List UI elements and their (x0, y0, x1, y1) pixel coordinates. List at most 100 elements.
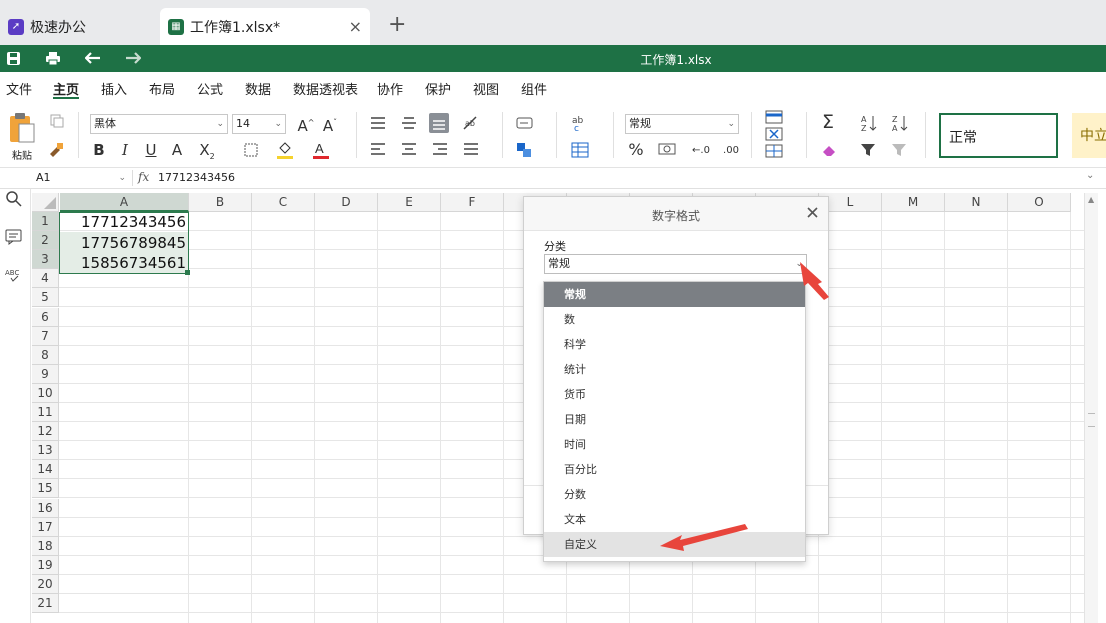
underline-icon[interactable]: U (142, 140, 160, 160)
style-normal[interactable]: 正常 (939, 113, 1058, 158)
row-header-12[interactable]: 12 (32, 422, 59, 442)
column-header-b[interactable]: B (189, 193, 252, 212)
option-number[interactable]: 数 (544, 307, 805, 332)
column-header-n[interactable]: N (945, 193, 1008, 212)
option-percentage[interactable]: 百分比 (544, 457, 805, 482)
number-format-select[interactable]: 常规 ⌄ (625, 114, 739, 134)
paste-icon[interactable] (8, 112, 36, 144)
option-accounting[interactable]: 统计 (544, 357, 805, 382)
sort-ascending-icon[interactable]: AZ (860, 114, 878, 132)
align-center-icon[interactable] (401, 142, 417, 156)
menu-file[interactable]: 文件 (6, 79, 32, 98)
new-tab-button[interactable]: + (388, 12, 406, 37)
column-header-a[interactable]: A (60, 193, 189, 212)
align-left-icon[interactable] (370, 142, 386, 156)
delete-cells-icon[interactable] (765, 127, 783, 141)
row-header-11[interactable]: 11 (32, 403, 59, 422)
menu-view[interactable]: 视图 (473, 79, 499, 98)
align-right-icon[interactable] (432, 142, 448, 156)
row-header-1[interactable]: 1 (32, 212, 59, 231)
fill-color-icon[interactable] (276, 140, 294, 160)
option-date[interactable]: 日期 (544, 407, 805, 432)
column-header-e[interactable]: E (378, 193, 441, 212)
menu-home[interactable]: 主页 (53, 79, 79, 98)
subscript-icon[interactable]: X2 (194, 140, 220, 167)
decrease-font-icon[interactable]: Aˇ (320, 113, 340, 136)
row-header-13[interactable]: 13 (32, 441, 59, 461)
option-custom[interactable]: 自定义 (544, 532, 805, 557)
cell-a2[interactable]: 17756789845 (60, 233, 188, 253)
row-header-19[interactable]: 19 (32, 555, 59, 575)
select-all-corner[interactable] (32, 193, 59, 212)
menu-insert[interactable]: 插入 (101, 79, 127, 98)
italic-icon[interactable]: I (116, 140, 134, 160)
wrap-text-icon[interactable] (516, 116, 534, 130)
clear-icon[interactable] (821, 142, 837, 158)
menu-collaborate[interactable]: 协作 (377, 79, 403, 98)
align-bottom-active[interactable] (429, 113, 449, 133)
font-name-select[interactable]: 黑体 ⌄ (90, 114, 228, 134)
option-scientific[interactable]: 科学 (544, 332, 805, 357)
clear-filter-icon[interactable] (891, 142, 909, 158)
borders-icon[interactable] (244, 143, 258, 157)
column-header-m[interactable]: M (882, 193, 945, 212)
merge-cells-icon[interactable] (516, 142, 532, 158)
menu-plugins[interactable]: 组件 (521, 79, 547, 98)
column-header-d[interactable]: D (315, 193, 378, 212)
spellcheck-icon[interactable]: ABC (4, 267, 24, 283)
category-select[interactable]: 常规 ⌄ (544, 254, 807, 274)
expand-formula-icon[interactable]: ⌄ (1086, 170, 1094, 181)
scroll-thumb[interactable] (1088, 413, 1095, 427)
option-text[interactable]: 文本 (544, 507, 805, 532)
bold-icon[interactable]: B (90, 140, 108, 160)
option-time[interactable]: 时间 (544, 432, 805, 457)
row-header-15[interactable]: 15 (32, 479, 59, 499)
row-header-5[interactable]: 5 (32, 288, 59, 308)
row-header-9[interactable]: 9 (32, 364, 59, 384)
font-color-icon[interactable]: A (312, 140, 330, 160)
spell-check-icon[interactable]: abc (571, 114, 589, 132)
cell-a3[interactable]: 15856734561 (60, 253, 188, 273)
filter-icon[interactable] (860, 142, 876, 158)
column-header-o[interactable]: O (1008, 193, 1071, 212)
tab-home[interactable]: ➚ 极速办公 (0, 8, 150, 45)
fx-icon[interactable]: fx (138, 170, 149, 184)
align-top-icon[interactable] (370, 116, 386, 130)
increase-decimal-icon[interactable]: ←.0 (690, 141, 712, 161)
percent-icon[interactable]: % (625, 140, 647, 160)
format-painter-icon[interactable] (48, 142, 64, 158)
cell-a1[interactable]: 17712343456 (60, 212, 188, 232)
column-header-c[interactable]: C (252, 193, 315, 212)
menu-protect[interactable]: 保护 (425, 79, 451, 98)
orientation-icon[interactable]: ab (462, 115, 480, 131)
search-icon[interactable] (5, 190, 23, 208)
accounting-format-icon[interactable] (658, 142, 676, 158)
row-header-10[interactable]: 10 (32, 383, 59, 403)
insert-cells-icon[interactable] (765, 110, 783, 124)
increase-font-icon[interactable]: A^ (296, 113, 316, 136)
menu-data[interactable]: 数据 (245, 79, 271, 98)
style-neutral[interactable]: 中立 (1072, 113, 1106, 158)
row-header-4[interactable]: 4 (32, 269, 59, 289)
row-header-8[interactable]: 8 (32, 345, 59, 365)
tab-workbook[interactable]: ▦ 工作簿1.xlsx* × (160, 8, 370, 45)
sort-descending-icon[interactable]: ZA (891, 114, 909, 132)
row-header-18[interactable]: 18 (32, 536, 59, 556)
format-cells-icon[interactable] (765, 144, 783, 158)
autosum-icon[interactable]: Σ (818, 112, 838, 132)
align-middle-icon[interactable] (401, 116, 417, 130)
decrease-decimal-icon[interactable]: .00 (720, 141, 742, 161)
close-tab-icon[interactable]: × (349, 17, 362, 36)
menu-formulas[interactable]: 公式 (197, 79, 223, 98)
row-header-17[interactable]: 17 (32, 517, 59, 537)
row-header-16[interactable]: 16 (32, 498, 59, 518)
close-icon[interactable] (806, 206, 819, 219)
table-format-icon[interactable] (571, 142, 589, 158)
menu-layout[interactable]: 布局 (149, 79, 175, 98)
option-general[interactable]: 常规 (544, 282, 805, 307)
formula-input[interactable]: 17712343456 (158, 171, 235, 184)
row-header-3[interactable]: 3 (32, 250, 59, 270)
name-box[interactable]: A1 ⌄ (33, 169, 129, 187)
strikethrough-icon[interactable]: A (168, 140, 186, 160)
font-size-select[interactable]: 14 ⌄ (232, 114, 286, 134)
